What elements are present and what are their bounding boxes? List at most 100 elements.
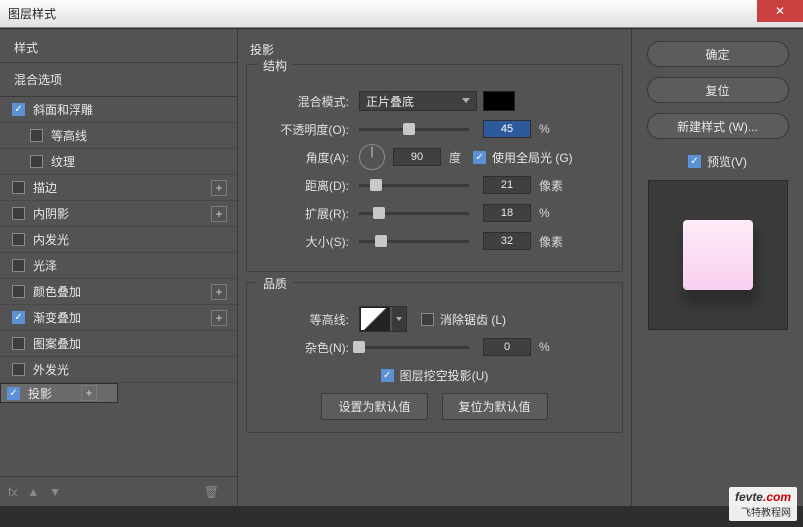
effect-label: 渐变叠加: [33, 309, 81, 326]
effect-label: 外发光: [33, 361, 69, 378]
angle-hand: [372, 147, 373, 158]
effect-checkbox[interactable]: ✓: [12, 103, 25, 116]
effect-checkbox[interactable]: [12, 233, 25, 246]
up-icon[interactable]: ▲: [27, 485, 39, 499]
noise-slider[interactable]: [359, 346, 469, 349]
spread-row: 扩展(R): 18 %: [257, 203, 612, 223]
preview-square: [683, 220, 753, 290]
opacity-row: 不透明度(O): 45 %: [257, 119, 612, 139]
effect-label: 内发光: [33, 231, 69, 248]
effect-checkbox[interactable]: [30, 155, 43, 168]
effect-checkbox[interactable]: [12, 207, 25, 220]
effect-item-3[interactable]: 描边+: [0, 175, 237, 201]
effect-item-0[interactable]: ✓斜面和浮雕: [0, 97, 237, 123]
effect-item-1[interactable]: 等高线: [0, 123, 237, 149]
spread-label: 扩展(R):: [257, 205, 349, 222]
main: 样式 混合选项 ✓斜面和浮雕等高线纹理描边+内阴影+ 内发光光泽颜色叠加 + ✓ 渐变叠…: [0, 28, 803, 506]
antialias-checkbox[interactable]: [421, 313, 434, 326]
noise-unit: %: [539, 340, 550, 354]
effect-checkbox[interactable]: [12, 259, 25, 272]
opacity-slider[interactable]: [359, 128, 469, 131]
slider-thumb[interactable]: [375, 235, 387, 247]
slider-thumb[interactable]: [370, 179, 382, 191]
add-effect-icon[interactable]: +: [211, 206, 227, 222]
reset-default-button[interactable]: 复位为默认值: [442, 393, 548, 420]
preview-checkbox[interactable]: ✓: [688, 155, 701, 168]
slider-thumb[interactable]: [403, 123, 415, 135]
slider-thumb[interactable]: [373, 207, 385, 219]
window-title: 图层样式: [8, 5, 56, 22]
close-icon: ✕: [775, 4, 785, 18]
watermark: fevte.com 飞特教程网: [729, 487, 797, 521]
effect-item-7[interactable]: 颜色叠加 +: [0, 279, 237, 305]
sidebar: 样式 混合选项 ✓斜面和浮雕等高线纹理描边+内阴影+ 内发光光泽颜色叠加 + ✓ 渐变叠…: [0, 29, 238, 506]
effect-item-8[interactable]: ✓ 渐变叠加 +: [0, 305, 237, 331]
effect-item-5[interactable]: 内发光: [0, 227, 237, 253]
distance-unit: 像素: [539, 177, 563, 194]
effect-label: 颜色叠加: [33, 283, 81, 300]
sidebar-header: 样式: [0, 29, 237, 63]
effect-checkbox[interactable]: [12, 337, 25, 350]
spread-unit: %: [539, 206, 550, 220]
cancel-button[interactable]: 复位: [647, 77, 789, 103]
angle-row: 角度(A): 90 度 ✓ 使用全局光 (G): [257, 147, 612, 167]
antialias-label: 消除锯齿 (L): [440, 311, 506, 328]
angle-input[interactable]: 90: [393, 148, 441, 166]
distance-input[interactable]: 21: [483, 176, 531, 194]
down-icon[interactable]: ▼: [49, 485, 61, 499]
effect-item-6[interactable]: 光泽: [0, 253, 237, 279]
spread-input[interactable]: 18: [483, 204, 531, 222]
opacity-input[interactable]: 45: [483, 120, 531, 138]
preview-toggle-row: ✓ 预览(V): [688, 153, 747, 170]
add-effect-icon[interactable]: +: [211, 310, 227, 326]
effect-item-9[interactable]: 图案叠加: [0, 331, 237, 357]
effect-checkbox[interactable]: [30, 129, 43, 142]
distance-row: 距离(D): 21 像素: [257, 175, 612, 195]
blend-mode-row: 混合模式: 正片叠底: [257, 91, 612, 111]
close-button[interactable]: ✕: [757, 0, 803, 22]
noise-input[interactable]: 0: [483, 338, 531, 356]
effects-list: ✓斜面和浮雕等高线纹理描边+内阴影+ 内发光光泽颜色叠加 + ✓ 渐变叠加 + 图案叠加外发…: [0, 97, 237, 476]
blend-mode-select[interactable]: 正片叠底: [359, 91, 477, 111]
effect-item-11[interactable]: ✓投影+: [0, 383, 118, 403]
slider-thumb[interactable]: [353, 341, 365, 353]
preview-label: 预览(V): [707, 153, 747, 170]
angle-dial[interactable]: [359, 144, 385, 170]
effect-item-4[interactable]: 内阴影+: [0, 201, 237, 227]
contour-label: 等高线:: [257, 311, 349, 328]
sidebar-blending-options[interactable]: 混合选项: [0, 63, 237, 97]
add-effect-icon[interactable]: +: [81, 385, 97, 401]
spread-slider[interactable]: [359, 212, 469, 215]
add-effect-icon[interactable]: +: [211, 284, 227, 300]
make-default-button[interactable]: 设置为默认值: [321, 393, 427, 420]
angle-label: 角度(A):: [257, 149, 349, 166]
knockout-row: ✓ 图层挖空投影(U): [257, 365, 612, 385]
size-input[interactable]: 32: [483, 232, 531, 250]
effect-checkbox[interactable]: [12, 363, 25, 376]
ok-button[interactable]: 确定: [647, 41, 789, 67]
knockout-checkbox[interactable]: ✓: [381, 369, 394, 382]
noise-label: 杂色(N):: [257, 339, 349, 356]
fx-icon[interactable]: fx: [8, 485, 17, 499]
effect-checkbox[interactable]: [12, 181, 25, 194]
default-buttons: 设置为默认值 复位为默认值: [257, 393, 612, 420]
panel-title: 投影: [246, 37, 623, 64]
global-light-checkbox[interactable]: ✓: [473, 151, 486, 164]
effect-item-10[interactable]: 外发光: [0, 357, 237, 383]
trash-icon[interactable]: 🗑: [204, 485, 219, 499]
effect-label: 光泽: [33, 257, 57, 274]
contour-thumb: [360, 307, 390, 331]
new-style-button[interactable]: 新建样式 (W)...: [647, 113, 789, 139]
structure-fieldset: 结构 混合模式: 正片叠底 不透明度(O): 45 % 角度(A): 90 度 …: [246, 64, 623, 272]
distance-slider[interactable]: [359, 184, 469, 187]
effect-checkbox[interactable]: ✓: [7, 387, 20, 400]
shadow-color-swatch[interactable]: [483, 91, 515, 111]
settings-panel: 投影 结构 混合模式: 正片叠底 不透明度(O): 45 % 角度(A): 90…: [238, 29, 631, 506]
size-slider[interactable]: [359, 240, 469, 243]
effect-item-2[interactable]: 纹理: [0, 149, 237, 175]
contour-picker[interactable]: [359, 306, 407, 332]
add-effect-icon[interactable]: +: [211, 180, 227, 196]
effect-checkbox[interactable]: [12, 285, 25, 298]
quality-fieldset: 品质 等高线: 消除锯齿 (L) 杂色(N): 0 % ✓ 图层挖空投影(U) …: [246, 282, 623, 433]
effect-checkbox[interactable]: ✓: [12, 311, 25, 324]
